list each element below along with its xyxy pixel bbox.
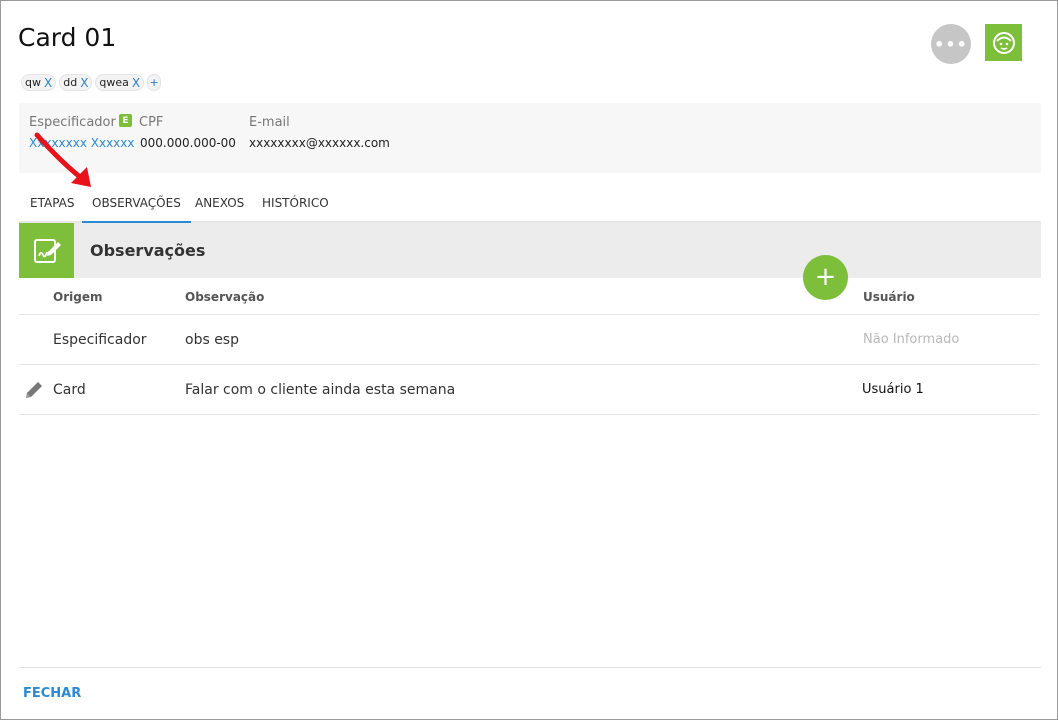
section-title: Observações [90,241,206,260]
cell-origem: Especificador [53,332,147,348]
cpf-value: 000.000.000-00 [140,136,236,150]
cell-origem: Card [53,382,86,398]
tag-chip: qw X [21,74,57,91]
tag-remove-button[interactable]: X [44,76,52,90]
tag-label: qw [25,76,41,89]
tab-anexos[interactable]: ANEXOS [185,185,254,223]
pencil-edit-icon[interactable] [23,379,45,401]
email-label: E-mail [249,115,290,130]
column-header-usuario: Usuário [863,290,915,304]
cell-observacao: obs esp [185,332,239,348]
column-header-origem: Origem [53,290,103,304]
especificador-badge: E [119,114,132,127]
info-panel: Especificador E CPF E-mail Xxxxxxxx Xxxx… [19,103,1041,173]
user-avatar-button[interactable] [985,24,1022,61]
tab-bar: ETAPAS OBSERVAÇÕES ANEXOS HISTÓRICO [19,185,1041,223]
email-value: xxxxxxxx@xxxxxx.com [249,136,390,150]
tab-etapas[interactable]: ETAPAS [20,185,84,223]
user-face-icon [992,31,1015,54]
especificador-label: Especificador [29,115,116,130]
note-edit-icon [19,223,74,278]
tag-chip: qwea X [95,74,145,91]
table-row: Card Falar com o cliente ainda esta sema… [19,365,1039,415]
tag-label: qwea [99,76,129,89]
more-horizontal-icon: ••• [934,34,968,54]
cpf-label: CPF [139,115,164,130]
tag-remove-button[interactable]: X [132,76,140,90]
footer-divider [19,667,1041,668]
card-title: Card 01 [18,23,117,52]
add-tag-button[interactable]: + [147,74,162,91]
tag-label: dd [63,76,78,89]
tag-chip: dd X [59,74,93,91]
observacoes-header: Observações [19,223,1041,278]
table-row: Especificador obs esp Não Informado [19,315,1039,365]
cell-usuario: Usuário 1 [862,382,924,397]
more-options-button[interactable]: ••• [931,24,971,64]
close-button[interactable]: FECHAR [23,686,81,701]
tab-historico[interactable]: HISTÓRICO [252,185,339,223]
add-observation-button[interactable]: + [803,255,848,300]
card-dialog: Card 01 ••• qw X dd X qwea X + Especific… [0,0,1058,720]
column-header-observacao: Observação [185,290,265,304]
tag-remove-button[interactable]: X [80,76,88,90]
tag-list: qw X dd X qwea X + [21,74,162,91]
cell-observacao: Falar com o cliente ainda esta semana [185,382,456,398]
tab-observacoes[interactable]: OBSERVAÇÕES [82,185,191,223]
cell-usuario: Não Informado [863,332,960,347]
